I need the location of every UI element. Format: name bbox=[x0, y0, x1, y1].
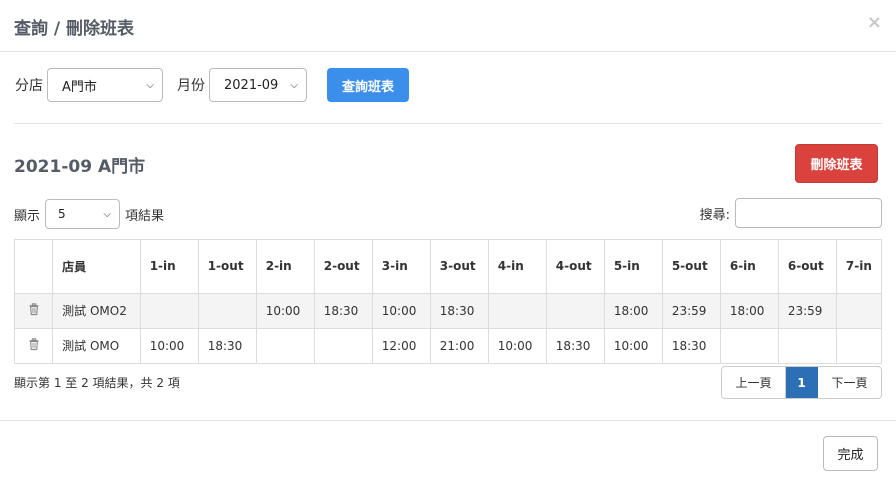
month-label: 月份 bbox=[177, 78, 205, 94]
delete-row-cell[interactable] bbox=[15, 328, 54, 363]
month-select-value: 2021-09 bbox=[224, 77, 279, 93]
table-cell: 測試 OMO2 bbox=[52, 293, 141, 329]
table-cell: 18:30 bbox=[546, 328, 605, 363]
table-row: 測試 OMO2 10:00 18:30 10:00 18:30 18:00 23… bbox=[15, 293, 881, 329]
column-header[interactable]: 4-out bbox=[546, 240, 605, 294]
filter-bar: 分店 A門市 ⌵ 月份 2021-09 ⌵ 查詢班表 bbox=[15, 68, 409, 102]
page-length-value: 5 bbox=[58, 207, 66, 221]
chevron-down-icon: ⌵ bbox=[103, 208, 112, 220]
table-cell: 10:00 bbox=[488, 328, 547, 363]
previous-page-button[interactable]: 上一頁 bbox=[722, 367, 786, 398]
table-cell bbox=[256, 328, 315, 363]
table-cell: 10:00 bbox=[256, 293, 315, 329]
schedule-table-wrapper: 店員 1-in 1-out 2-in 2-out 3-in 3-out 4-in… bbox=[14, 239, 882, 364]
table-cell: 測試 OMO bbox=[52, 328, 141, 363]
table-cell: 18:30 bbox=[430, 293, 489, 329]
column-header[interactable]: 7-in bbox=[836, 240, 881, 294]
column-header[interactable]: 2-in bbox=[256, 240, 315, 294]
pagination: 上一頁 1 下一頁 bbox=[721, 366, 882, 399]
table-cell bbox=[140, 293, 199, 329]
search-control: 搜尋: bbox=[700, 198, 882, 228]
column-header[interactable]: 1-in bbox=[140, 240, 199, 294]
table-cell: 10:00 bbox=[372, 293, 431, 329]
close-icon[interactable]: × bbox=[867, 12, 882, 33]
chevron-down-icon: ⌵ bbox=[290, 79, 298, 91]
table-row: 測試 OMO 10:00 18:30 12:00 21:00 10:00 18:… bbox=[15, 328, 881, 363]
schedule-table: 店員 1-in 1-out 2-in 2-out 3-in 3-out 4-in… bbox=[15, 240, 881, 363]
modal-header: 查詢 / 刪除班表 × bbox=[0, 0, 896, 52]
delete-row-cell[interactable] bbox=[15, 293, 54, 329]
column-header[interactable]: 店員 bbox=[52, 240, 141, 294]
table-cell: 12:00 bbox=[372, 328, 431, 363]
column-header[interactable]: 2-out bbox=[314, 240, 373, 294]
table-cell: 10:00 bbox=[140, 328, 199, 363]
table-cell bbox=[836, 293, 881, 329]
table-cell bbox=[198, 293, 257, 329]
table-cell: 10:00 bbox=[604, 328, 663, 363]
table-cell: 18:00 bbox=[604, 293, 663, 329]
length-suffix: 項結果 bbox=[125, 208, 165, 224]
table-header-row: 店員 1-in 1-out 2-in 2-out 3-in 3-out 4-in… bbox=[15, 240, 881, 294]
column-header[interactable]: 3-in bbox=[372, 240, 431, 294]
branch-select[interactable]: A門市 ⌵ bbox=[47, 68, 163, 102]
page-length-select[interactable]: 5 ⌵ bbox=[45, 199, 121, 229]
table-cell: 18:30 bbox=[198, 328, 257, 363]
table-cell: 23:59 bbox=[662, 293, 721, 329]
table-cell: 21:00 bbox=[430, 328, 489, 363]
column-header[interactable]: 4-in bbox=[488, 240, 547, 294]
column-header[interactable]: 3-out bbox=[430, 240, 489, 294]
page-1-button[interactable]: 1 bbox=[786, 367, 818, 398]
column-header[interactable]: 1-out bbox=[198, 240, 257, 294]
done-button[interactable]: 完成 bbox=[823, 436, 878, 471]
column-header[interactable]: 5-in bbox=[604, 240, 663, 294]
search-input[interactable] bbox=[735, 198, 882, 228]
divider bbox=[14, 123, 882, 124]
table-cell: 18:30 bbox=[662, 328, 721, 363]
branch-select-value: A門市 bbox=[62, 79, 97, 95]
column-header[interactable]: 5-out bbox=[662, 240, 721, 294]
table-info: 顯示第 1 至 2 項結果，共 2 項 bbox=[14, 376, 180, 390]
length-prefix: 顯示 bbox=[14, 208, 41, 224]
modal-footer-divider bbox=[0, 420, 896, 421]
table-cell bbox=[778, 328, 837, 363]
next-page-button[interactable]: 下一頁 bbox=[818, 367, 881, 398]
month-select[interactable]: 2021-09 ⌵ bbox=[209, 68, 307, 102]
table-cell bbox=[720, 328, 779, 363]
page-length-control: 顯示 5 ⌵ 項結果 bbox=[14, 199, 164, 229]
delete-schedule-button[interactable]: 刪除班表 bbox=[795, 144, 878, 183]
modal-title: 查詢 / 刪除班表 bbox=[14, 19, 135, 39]
table-cell bbox=[836, 328, 881, 363]
search-label: 搜尋: bbox=[699, 207, 730, 223]
table-cell bbox=[488, 293, 547, 329]
column-header[interactable] bbox=[15, 240, 54, 294]
table-cell: 23:59 bbox=[778, 293, 837, 329]
query-schedule-button[interactable]: 查詢班表 bbox=[327, 68, 409, 102]
table-cell: 18:00 bbox=[720, 293, 779, 329]
table-cell: 18:30 bbox=[314, 293, 373, 329]
column-header[interactable]: 6-out bbox=[778, 240, 837, 294]
trash-icon[interactable] bbox=[27, 302, 41, 316]
trash-icon[interactable] bbox=[27, 337, 41, 351]
column-header[interactable]: 6-in bbox=[720, 240, 779, 294]
branch-label: 分店 bbox=[15, 78, 43, 94]
section-title: 2021-09 A門市 bbox=[14, 157, 146, 177]
chevron-down-icon: ⌵ bbox=[146, 79, 154, 91]
table-cell bbox=[546, 293, 605, 329]
table-cell bbox=[314, 328, 373, 363]
